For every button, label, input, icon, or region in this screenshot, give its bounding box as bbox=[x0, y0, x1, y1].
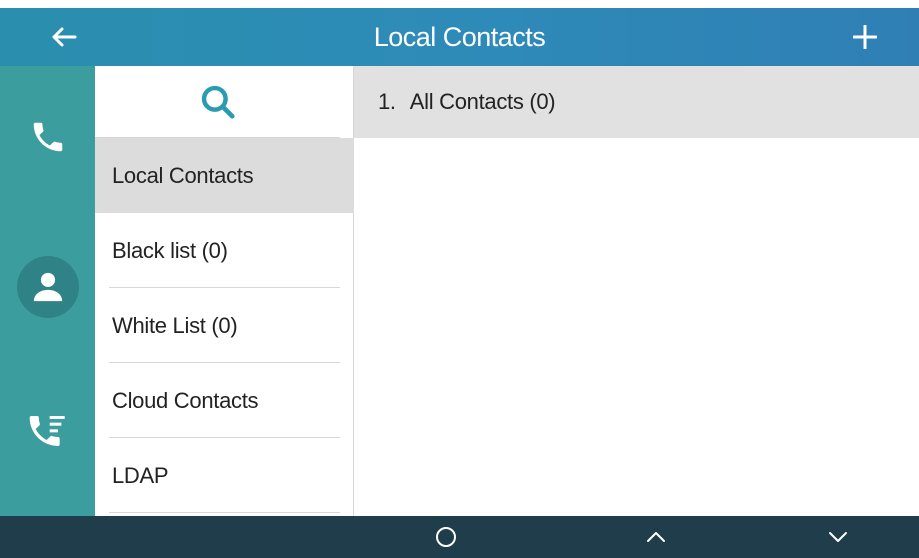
circle-ok-icon bbox=[436, 527, 456, 547]
active-nav-highlight bbox=[16, 256, 79, 318]
list-item[interactable]: 1. All Contacts (0) bbox=[354, 66, 919, 138]
group-label: Black list (0) bbox=[112, 237, 228, 263]
search-button[interactable] bbox=[95, 66, 340, 138]
chevron-down-icon bbox=[829, 532, 847, 542]
left-nav bbox=[0, 66, 95, 516]
group-ldap[interactable]: LDAP bbox=[95, 438, 354, 513]
contacts-list: 1. All Contacts (0) bbox=[354, 66, 919, 516]
softkey-down[interactable] bbox=[808, 516, 868, 558]
phone-icon bbox=[33, 122, 62, 152]
group-label: White List (0) bbox=[112, 312, 238, 338]
nav-history[interactable] bbox=[0, 386, 95, 476]
contact-groups-panel: Local Contacts Black list (0) White List… bbox=[95, 66, 354, 516]
person-icon bbox=[33, 272, 62, 302]
group-label: Cloud Contacts bbox=[112, 387, 259, 413]
group-white-list[interactable]: White List (0) bbox=[95, 288, 354, 363]
search-icon bbox=[201, 85, 235, 119]
nav-directory[interactable] bbox=[0, 242, 95, 332]
chevron-up-icon bbox=[647, 532, 665, 542]
call-history-icon bbox=[29, 416, 65, 446]
softkey-bar bbox=[0, 516, 919, 558]
nav-dialer[interactable] bbox=[0, 92, 95, 182]
list-item-label: All Contacts (0) bbox=[409, 89, 556, 114]
plus-icon bbox=[853, 25, 877, 49]
group-black-list[interactable]: Black list (0) bbox=[95, 213, 354, 288]
group-label: Local Contacts bbox=[112, 162, 254, 188]
add-contact-button[interactable] bbox=[835, 8, 895, 66]
list-item-number: 1. bbox=[378, 89, 396, 114]
group-cloud-contacts[interactable]: Cloud Contacts bbox=[95, 363, 354, 438]
softkey-up[interactable] bbox=[626, 516, 686, 558]
softkey-ok[interactable] bbox=[416, 516, 476, 558]
group-label: LDAP bbox=[112, 462, 169, 488]
title-bar: Local Contacts bbox=[0, 0, 919, 66]
group-local-contacts[interactable]: Local Contacts bbox=[95, 138, 354, 213]
page-title: Local Contacts bbox=[373, 21, 546, 52]
